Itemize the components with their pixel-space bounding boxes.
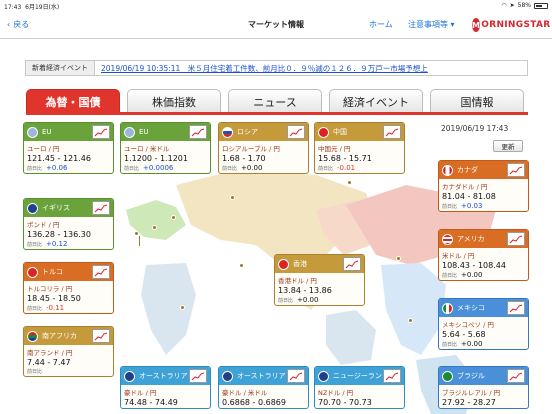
fx-card-mxn-jpy[interactable]: メキシコ メキシコペソ / 円 5.64 - 5.68 前日比 +0.00	[438, 298, 529, 350]
brazil-flag-icon	[442, 370, 453, 382]
map-pin	[171, 215, 176, 220]
chart-icon[interactable]	[507, 369, 525, 383]
home-link[interactable]: ホーム	[369, 19, 393, 30]
tab-economic-events[interactable]: 経済イベント	[329, 89, 423, 113]
chevron-down-icon: ▾	[450, 20, 455, 29]
fx-card-usd-jpy[interactable]: アメリカ 米ドル / 円 108.43 - 108.44 前日比 +0.00	[438, 229, 529, 281]
chart-icon[interactable]	[507, 232, 525, 246]
new-zealand-flag-icon	[318, 370, 329, 382]
location-icon: ➤	[509, 2, 515, 9]
fx-card-aud-usd[interactable]: オーストラリア 豪ドル / 米ドル 0.6868 - 0.6869	[218, 366, 309, 409]
status-indicators: ◠ ➤ 58%	[501, 2, 548, 9]
map-pin	[180, 305, 185, 310]
fx-card-try-jpy[interactable]: トルコ トルコリラ / 円 18.45 - 18.50 前日比 -0.11	[23, 262, 114, 314]
chart-icon[interactable]	[343, 257, 361, 271]
eu-flag-icon	[124, 126, 135, 138]
back-button[interactable]: ‹ 戻る	[7, 19, 29, 30]
battery-icon	[534, 2, 548, 9]
fx-card-eur-usd[interactable]: EU ユーロ / 米ドル 1.1200 - 1.1201 前日比 +0.0006	[120, 122, 211, 174]
map-pin	[230, 195, 235, 200]
fx-card-brl-jpy[interactable]: ブラジル ブラジルレアル / 円 27.92 - 28.27	[438, 366, 529, 409]
status-time-date: 17:43 6月19日(水)	[4, 4, 60, 11]
australia-flag-icon	[124, 370, 135, 382]
fx-card-cad-jpy[interactable]: カナダ カナダドル / 円 81.04 - 81.08 前日比 +0.03	[438, 160, 529, 212]
fx-card-aud-jpy[interactable]: オーストラリア 豪ドル / 円 74.48 - 74.49	[120, 366, 211, 409]
chart-icon[interactable]	[92, 125, 110, 139]
tab-country-info[interactable]: 国情報	[430, 89, 524, 113]
chart-icon[interactable]	[189, 125, 207, 139]
chart-icon[interactable]	[383, 369, 401, 383]
wifi-icon: ◠	[501, 2, 507, 9]
chart-icon[interactable]	[92, 329, 110, 343]
category-tabs: 為替・国債 株価指数 ニュース 経済イベント 国情報	[26, 89, 528, 113]
battery-percent: 58%	[517, 2, 531, 9]
fx-card-rub-jpy[interactable]: ロシア ロシアルーブル / 円 1.68 - 1.70 前日比 +0.00	[218, 122, 309, 174]
map-pin	[396, 256, 401, 261]
morningstar-logo: M ORNINGSTAR	[472, 18, 551, 32]
status-bar: 17:43 6月19日(水) ◠ ➤ 58%	[0, 0, 552, 11]
map-pin	[408, 318, 413, 323]
chart-icon[interactable]	[92, 265, 110, 279]
hongkong-flag-icon	[278, 258, 289, 270]
notes-menu[interactable]: 注意事項等 ▾	[408, 19, 455, 30]
russia-flag-icon	[222, 126, 233, 138]
turkey-flag-icon	[27, 266, 38, 278]
tab-fx-bonds[interactable]: 為替・国債	[26, 89, 120, 113]
chart-icon[interactable]	[287, 369, 305, 383]
chart-icon[interactable]	[507, 163, 525, 177]
tab-stock-index[interactable]: 株価指数	[127, 89, 221, 113]
chart-icon[interactable]	[383, 125, 401, 139]
map-pin	[347, 180, 352, 185]
china-flag-icon	[318, 126, 329, 138]
eu-flag-icon	[27, 126, 38, 138]
economic-event-ticker[interactable]: 新着経済イベント 2019/06/19 10:35:11 米５月住宅着工件数、前…	[25, 60, 528, 76]
map-pin	[239, 263, 244, 268]
tab-news[interactable]: ニュース	[228, 89, 322, 113]
south-africa-flag-icon	[27, 330, 38, 342]
page-title: マーケット情報	[248, 20, 304, 29]
fx-card-zar-jpy[interactable]: 南アフリカ 南アランド / 円 7.44 - 7.47 前日比	[23, 326, 114, 377]
chart-icon[interactable]	[507, 301, 525, 315]
fx-card-cny-jpy[interactable]: 中国 中国元 / 円 15.68 - 15.71 前日比 -0.01	[314, 122, 405, 174]
canada-flag-icon	[442, 164, 453, 176]
event-headline-link[interactable]: 2019/06/19 10:35:11 米５月住宅着工件数、前月比０．９％減の１…	[95, 63, 428, 74]
fx-card-eur-jpy[interactable]: EU ユーロ / 円 121.45 - 121.46 前日比 +0.06	[23, 122, 114, 174]
fx-card-nzd-jpy[interactable]: ニュージーランド NZドル / 円 70.70 - 70.73	[314, 366, 405, 409]
fx-card-gbp-jpy[interactable]: イギリス ポンド / 円 136.28 - 136.30 前日比 +0.12	[23, 198, 114, 250]
fx-card-hkd-jpy[interactable]: 香港 香港ドル / 円 13.84 - 13.86 前日比 +0.00	[274, 254, 365, 306]
map-pin	[134, 231, 139, 236]
chevron-left-icon: ‹	[7, 20, 11, 29]
uk-flag-icon	[27, 202, 38, 214]
mexico-flag-icon	[442, 302, 453, 314]
australia-flag-icon	[222, 370, 233, 382]
map-pin	[152, 225, 157, 230]
update-timestamp: 2019/06/19 17:43	[441, 124, 509, 133]
usa-flag-icon	[442, 233, 453, 245]
chart-icon[interactable]	[287, 125, 305, 139]
chart-icon[interactable]	[92, 201, 110, 215]
nav-bar: ‹ 戻る マーケット情報 ホーム 注意事項等 ▾ M ORNINGSTAR	[0, 11, 552, 39]
chart-icon[interactable]	[189, 369, 207, 383]
refresh-button[interactable]: 更新	[493, 140, 523, 152]
connector-line	[139, 236, 140, 246]
event-label: 新着経済イベント	[26, 61, 95, 75]
